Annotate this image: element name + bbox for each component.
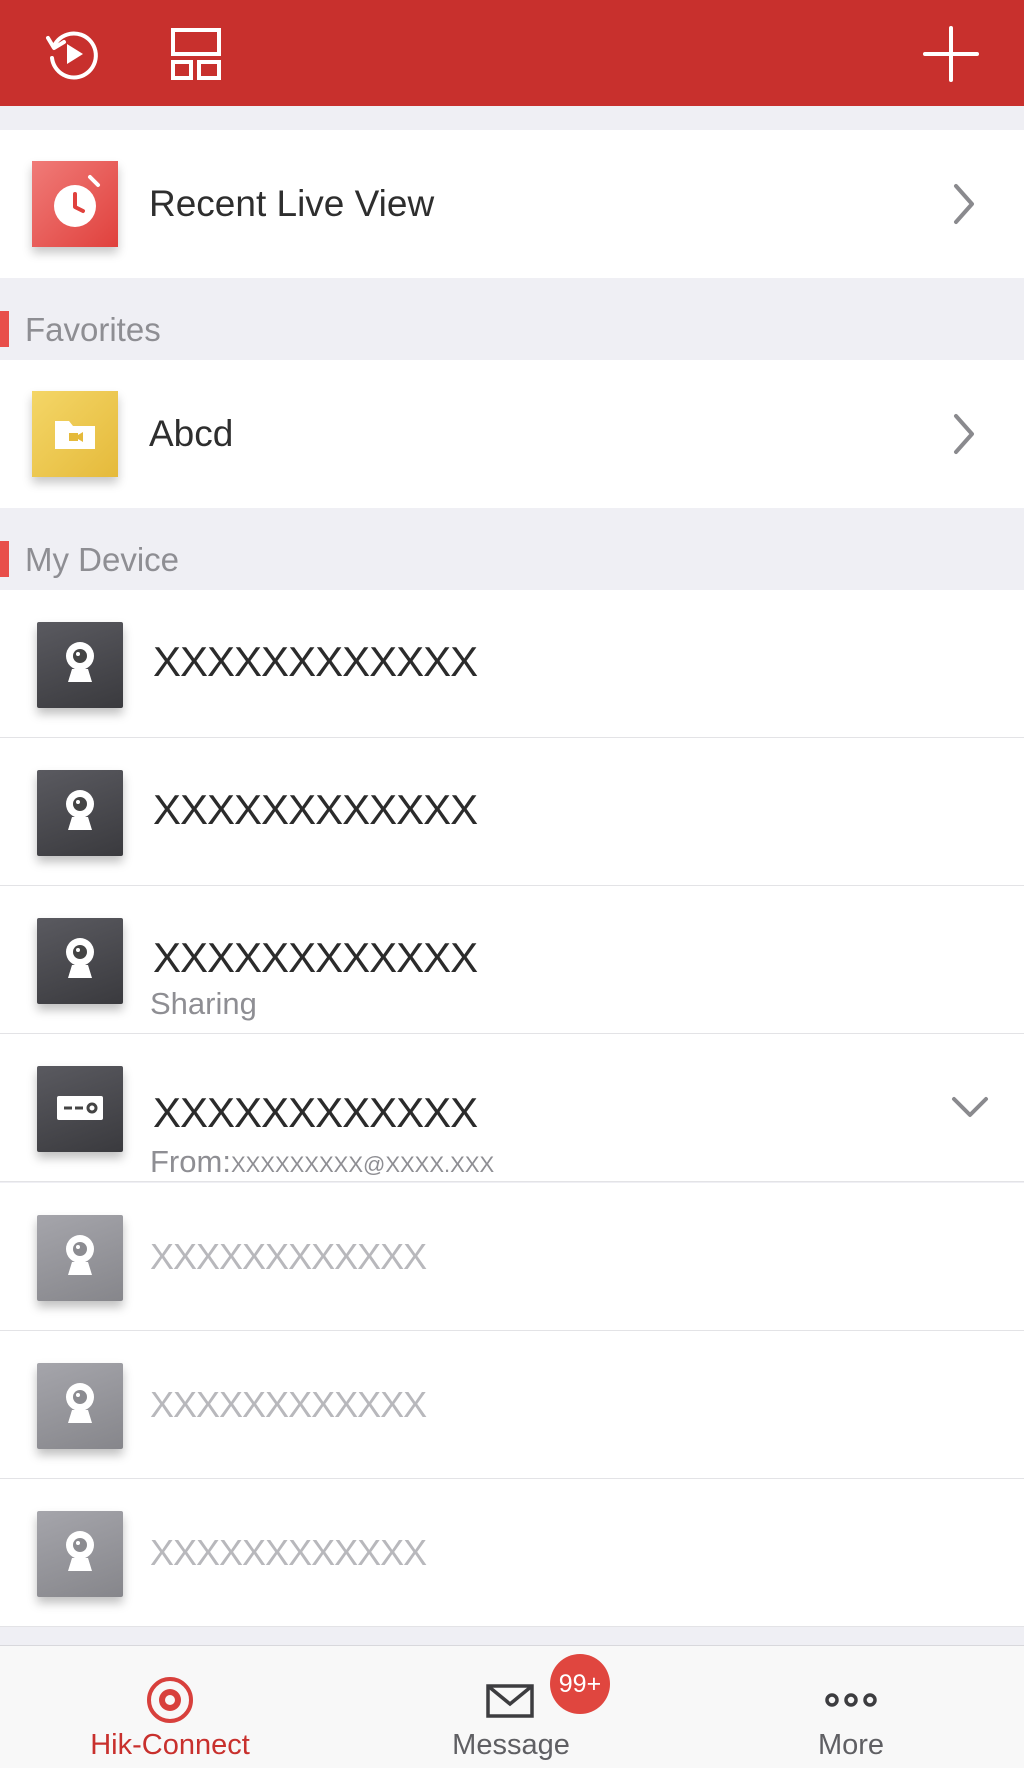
tab-label: Message	[452, 1729, 570, 1761]
add-icon[interactable]	[919, 22, 983, 86]
device-name: XXXXXXXXXXXX	[153, 934, 478, 981]
favorite-item[interactable]: Abcd	[0, 360, 1024, 508]
tab-more[interactable]: More	[701, 1646, 1001, 1768]
shared-from-prefix: From:	[150, 1144, 231, 1179]
tab-label: More	[817, 1729, 885, 1761]
shared-from-label: From:XXXXXXXXX@XXXX.XXX	[150, 1144, 494, 1180]
camera-icon	[37, 770, 123, 856]
device-name: XXXXXXXXXXXX	[153, 786, 478, 833]
tab-label: Hik-Connect	[90, 1729, 250, 1761]
device-row[interactable]: XXXXXXXXXXXX	[0, 1479, 1024, 1627]
recent-live-view-row[interactable]: Recent Live View	[0, 130, 1024, 278]
device-name: XXXXXXXXXXXX	[150, 1532, 427, 1573]
camera-icon	[37, 1511, 123, 1597]
device-row[interactable]: XXXXXXXXXXXX	[0, 1331, 1024, 1479]
my-device-section-header: My Device	[0, 509, 1024, 590]
device-row[interactable]: XXXXXXXXXXXX	[0, 590, 1024, 738]
tab-hik-connect[interactable]: Hik-Connect	[20, 1646, 320, 1768]
device-row[interactable]: XXXXXXXXXXXX	[0, 738, 1024, 886]
favorites-section-header: Favorites	[0, 279, 1024, 360]
camera-icon	[37, 918, 123, 1004]
replay-icon[interactable]	[40, 22, 104, 86]
camera-icon	[37, 1363, 123, 1449]
section-accent-bar	[0, 541, 9, 577]
top-bar	[0, 0, 1024, 106]
device-row[interactable]: XXXXXXXXXXXX Sharing	[0, 886, 1024, 1034]
device-name: XXXXXXXXXXXX	[150, 1236, 427, 1277]
my-device-title: My Device	[25, 541, 180, 578]
device-name: XXXXXXXXXXXX	[153, 638, 478, 685]
camera-icon	[37, 1215, 123, 1301]
camera-icon	[37, 622, 123, 708]
favorite-item-label: Abcd	[149, 413, 234, 454]
device-row[interactable]: XXXXXXXXXXXX	[0, 1183, 1024, 1331]
chevron-down-icon[interactable]	[950, 1087, 990, 1127]
dvr-icon	[37, 1066, 123, 1152]
hik-connect-icon	[147, 1677, 193, 1723]
device-row-dvr[interactable]: XXXXXXXXXXXX From:XXXXXXXXX@XXXX.XXX	[0, 1034, 1024, 1182]
shared-from-email: XXXXXXXXX@XXXX.XXX	[230, 1152, 495, 1177]
recent-live-view-label: Recent Live View	[149, 183, 435, 224]
favorites-title: Favorites	[25, 311, 161, 348]
chevron-right-icon	[954, 414, 974, 454]
device-name: XXXXXXXXXXXX	[150, 1384, 427, 1425]
device-name: XXXXXXXXXXXX	[153, 1089, 478, 1136]
chevron-right-icon	[954, 184, 974, 224]
more-dots-icon	[825, 1693, 877, 1707]
folder-icon	[32, 391, 118, 477]
layout-icon[interactable]	[164, 22, 228, 86]
tab-message[interactable]: 99+ Message	[361, 1646, 661, 1768]
envelope-icon	[486, 1684, 534, 1718]
sharing-status: Sharing	[150, 986, 257, 1021]
section-accent-bar	[0, 311, 9, 347]
alarm-clock-icon	[32, 161, 118, 247]
message-badge: 99+	[550, 1654, 610, 1714]
bottom-tab-bar: Hik-Connect 99+ Message More	[0, 1645, 1024, 1768]
